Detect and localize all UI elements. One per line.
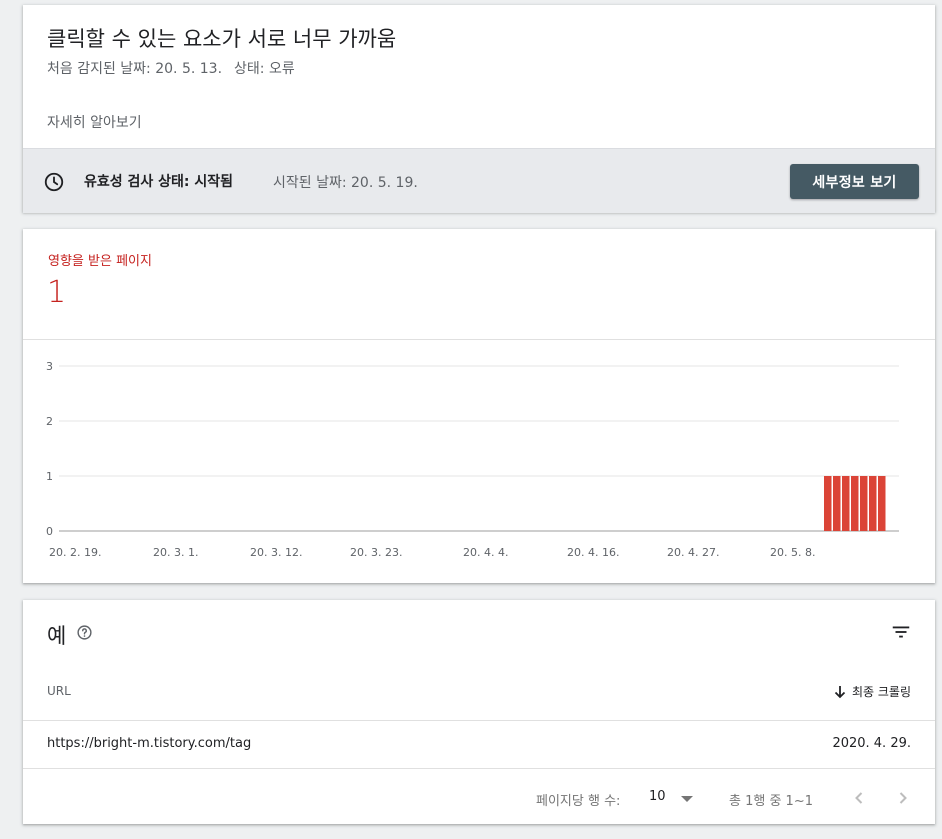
bar [842,476,850,531]
affected-pages-count: 1 [47,275,67,310]
validation-bar: 유효성 검사 상태: 시작됨 시작된 날짜: 20. 5. 19. 세부정보 보… [23,148,935,213]
rows-per-page-select[interactable]: 10 [649,789,699,809]
y-tick-label: 3 [46,360,53,373]
bar [851,476,859,531]
pagination-range: 총 1행 중 1~1 [729,794,813,809]
header-divider [23,720,935,721]
bar [878,476,886,531]
affected-pages-label: 영향을 받은 페이지 [48,254,152,269]
chart-card: 영향을 받은 페이지 1 0 1 2 3 20. 2. 19. 20. 3. 1. 20. … [23,229,935,583]
y-tick-label: 2 [46,415,53,428]
x-tick-label: 20. 3. 1. [153,546,198,559]
examples-card: 예 URL 최종 크롤링 https://bright-m.tistory.co… [23,600,935,824]
column-header-url[interactable]: URL [47,684,71,698]
x-tick-label: 20. 2. 19. [49,546,101,559]
affected-pages-chart: 0 1 2 3 20. 2. 19. 20. 3. 1. 20. 3. 12. 20. 3. … [46,360,899,559]
issue-meta: 처음 감지된 날짜: 20. 5. 13. 상태: 오류 [47,58,295,78]
y-tick-label: 1 [46,470,53,483]
validation-started-date: 시작된 날짜: 20. 5. 19. [273,175,418,191]
clock-icon [44,172,64,192]
x-tick-label: 20. 4. 16. [567,546,619,559]
dropdown-caret-icon [681,796,693,802]
x-tick-label: 20. 3. 23. [350,546,402,559]
column-header-last-crawled[interactable]: 최종 크롤링 [834,683,911,700]
examples-title: 예 [47,624,67,648]
chevron-right-icon[interactable] [891,786,915,810]
bar [860,476,868,531]
row-last-crawled: 2020. 4. 29. [832,736,911,751]
x-tick-label: 20. 4. 4. [463,546,508,559]
y-tick-label: 0 [46,525,53,538]
bar [824,476,832,531]
arrow-down-icon [834,686,846,699]
learn-more-link[interactable]: 자세히 알아보기 [47,112,142,132]
last-crawled-label: 최종 크롤링 [851,685,911,699]
issue-title: 클릭할 수 있는 요소가 서로 너무 가까움 [47,27,397,51]
filter-icon[interactable] [890,621,912,643]
x-tick-label: 20. 5. 8. [770,546,815,559]
issue-status: 상태: 오류 [234,61,295,77]
bar [833,476,841,531]
x-tick-label: 20. 4. 27. [667,546,719,559]
x-tick-label: 20. 3. 12. [250,546,302,559]
rows-per-page-label: 페이지당 행 수: [536,794,621,809]
validation-status: 유효성 검사 상태: 시작됨 [84,174,234,190]
rows-per-page-value: 10 [649,789,666,804]
first-detected: 처음 감지된 날짜: 20. 5. 13. [47,61,223,77]
help-icon[interactable] [76,624,93,641]
chevron-left-icon[interactable] [847,786,871,810]
row-url[interactable]: https://bright-m.tistory.com/tag [47,736,251,751]
see-details-button[interactable]: 세부정보 보기 [790,164,919,199]
row-divider [23,768,935,769]
bar [869,476,877,531]
issue-card: 클릭할 수 있는 요소가 서로 너무 가까움 처음 감지된 날짜: 20. 5.… [23,5,935,213]
